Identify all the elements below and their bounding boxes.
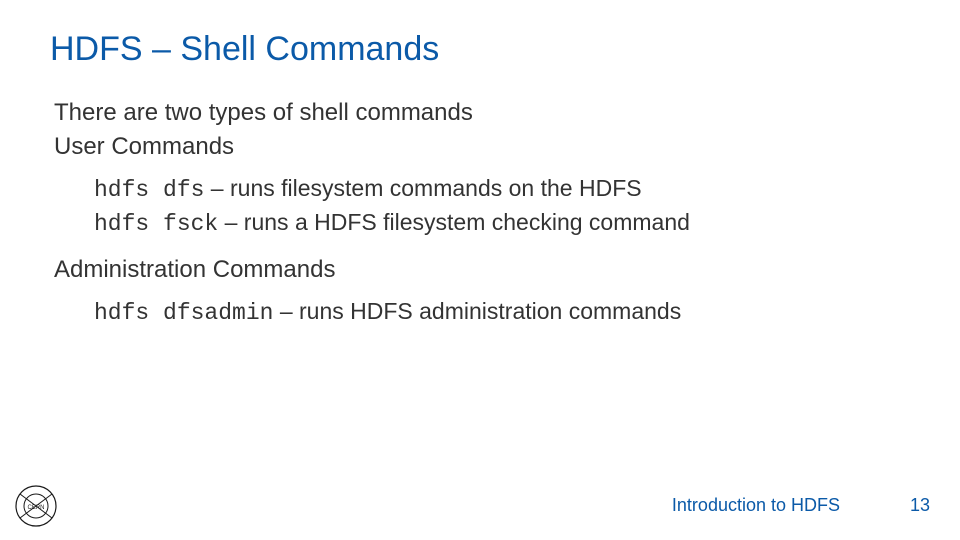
intro-text: There are two types of shell commands	[54, 97, 910, 129]
command-desc: – runs HDFS administration commands	[273, 298, 681, 324]
admin-commands-block: hdfs dfsadmin – runs HDFS administration…	[94, 295, 910, 329]
command-code: hdfs dfsadmin	[94, 300, 273, 326]
page-title: HDFS – Shell Commands	[50, 30, 910, 69]
command-line: hdfs dfs – runs filesystem commands on t…	[94, 172, 910, 206]
command-desc: – runs filesystem commands on the HDFS	[204, 175, 641, 201]
command-code: hdfs dfs	[94, 177, 204, 203]
command-line: hdfs dfsadmin – runs HDFS administration…	[94, 295, 910, 329]
command-code: hdfs fsck	[94, 211, 218, 237]
command-line: hdfs fsck – runs a HDFS filesystem check…	[94, 206, 910, 240]
page-number: 13	[910, 495, 930, 516]
cern-logo-icon: CERN	[14, 484, 58, 528]
section-label-admin: Administration Commands	[54, 254, 910, 286]
slide: HDFS – Shell Commands There are two type…	[0, 0, 960, 540]
section-label-user: User Commands	[54, 131, 910, 163]
footer: CERN Introduction to HDFS 13	[0, 470, 960, 540]
footer-doc-title: Introduction to HDFS	[672, 495, 840, 516]
command-desc: – runs a HDFS filesystem checking comman…	[218, 209, 690, 235]
svg-text:CERN: CERN	[27, 505, 44, 511]
user-commands-block: hdfs dfs – runs filesystem commands on t…	[94, 172, 910, 240]
